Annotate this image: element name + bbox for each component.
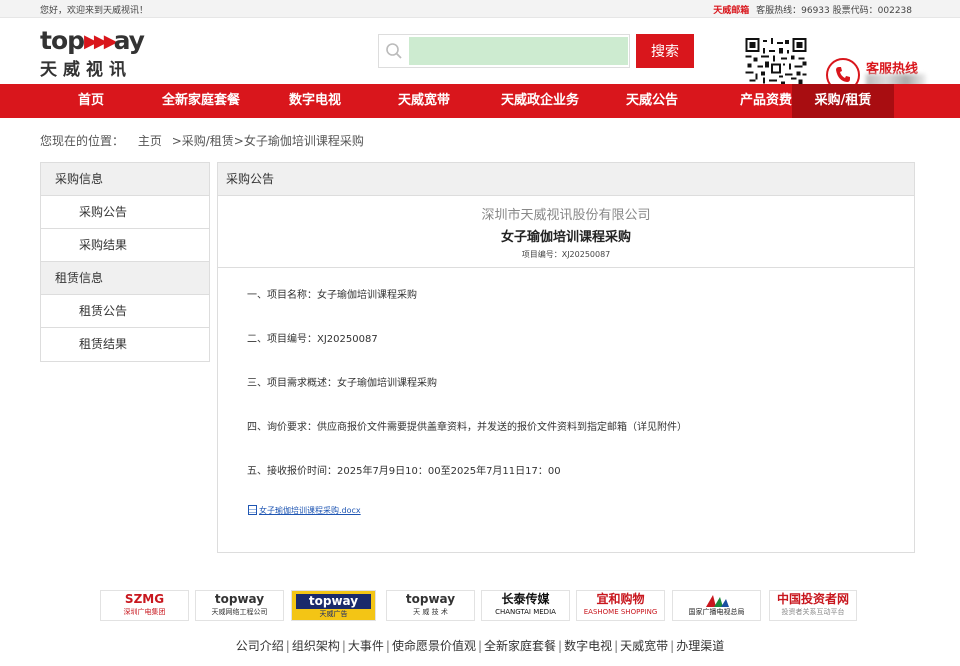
logo-chinese-name: 天威视讯 <box>40 60 132 80</box>
logo-brand: top <box>40 26 85 55</box>
footer-links: 公司介绍 | 组织架构 | 大事件 | 使命愿景价值观 | 全新家庭套餐 | 数字电视 | 天威宽带 | 办… <box>235 639 725 653</box>
search-button[interactable]: 搜索 <box>636 34 694 68</box>
partner-nrta-logo[interactable]: 国家广播电视总局 <box>672 590 761 621</box>
footer-link-events[interactable]: 大事件 <box>348 639 384 653</box>
hotline-text: 客服热线：96933 <box>756 6 830 16</box>
footer-link-family-package[interactable]: 全新家庭套餐 <box>484 639 556 653</box>
sidebar-item-lease-result[interactable]: 租赁结果 <box>41 328 209 361</box>
company-name: 深圳市天威视讯股份有限公司 <box>481 208 651 223</box>
partner-eashome-shopping-logo[interactable]: 宜和购物 EASHOME SHOPPING <box>576 590 665 621</box>
article-line: 三、项目需求概述：女子瑜伽培训课程采购 <box>247 378 437 389</box>
mail-link[interactable]: 天威邮箱 <box>713 6 749 16</box>
breadcrumb-procurement[interactable]: >采购/租赁 <box>172 134 234 148</box>
nrta-mark-icon <box>705 595 729 607</box>
partner-topway-tech-logo[interactable]: topway 天 威 技 术 <box>386 590 475 621</box>
sidebar-section-procurement[interactable]: 采购信息 <box>41 163 209 196</box>
sidebar-item-procurement-announcement[interactable]: 采购公告 <box>41 196 209 229</box>
attachment-label: 女子瑜伽培训课程采购.docx <box>259 506 361 515</box>
partner-changtai-media-logo[interactable]: 长泰传媒 CHANGTAI MEDIA <box>481 590 570 621</box>
article-title: 女子瑜伽培训课程采购 <box>500 230 631 245</box>
footer-link-channels[interactable]: 办理渠道 <box>676 639 724 653</box>
stock-code: 股票代码：002238 <box>832 6 912 16</box>
sidebar-section-lease[interactable]: 租赁信息 <box>41 262 209 295</box>
article-line: 五、接收报价时间：2025年7月9日10：00至2025年7月11日17：00 <box>247 466 561 477</box>
footer-link-digital-tv[interactable]: 数字电视 <box>564 639 612 653</box>
article-line: 四、询价要求：供应商报价文件需要提供盖章资料，并发送的报价文件资料到指定邮箱（详… <box>247 422 687 433</box>
top-bar: 您好，欢迎来到天威视讯！ 天威邮箱 客服热线：96933 股票代码：002238 <box>0 0 960 18</box>
article-line: 二、项目编号：XJ20250087 <box>247 334 378 345</box>
content-panel: 采购公告 深圳市天威视讯股份有限公司 女子瑜伽培训课程采购 项目编号：XJ202… <box>217 162 915 553</box>
nav-broadband[interactable]: 天威宽带 <box>370 84 478 118</box>
logo-arrows: ▶▶▶ <box>84 31 117 52</box>
partner-logos: SZMG 深圳广电集团 topway 天威网络工程公司 topway 天威广告 … <box>100 590 860 621</box>
nav-announcements[interactable]: 天威公告 <box>602 84 702 118</box>
nav-home[interactable]: 首页 <box>40 84 142 118</box>
nav-enterprise[interactable]: 天威政企业务 <box>478 84 602 118</box>
footer-link-broadband[interactable]: 天威宽带 <box>620 639 668 653</box>
breadcrumb: 您现在的位置： 主页 >采购/租赁>女子瑜伽培训课程采购 <box>40 132 366 149</box>
nav-procurement[interactable]: 采购/租赁 <box>792 84 894 118</box>
project-number: 项目编号：XJ20250087 <box>521 250 611 259</box>
partner-topway-engineering-logo[interactable]: topway 天威网络工程公司 <box>195 590 284 621</box>
footer-link-mission[interactable]: 使命愿景价值观 <box>392 639 476 653</box>
breadcrumb-current: >女子瑜伽培训课程采购 <box>233 134 364 148</box>
footer-link-company-intro[interactable]: 公司介绍 <box>236 639 284 653</box>
search-input[interactable] <box>409 37 628 65</box>
breadcrumb-home[interactable]: 主页 <box>138 134 162 148</box>
search-box <box>378 34 630 68</box>
main-nav: 首页 全新家庭套餐 数字电视 天威宽带 天威政企业务 天威公告 产品资费 采购/… <box>0 84 960 118</box>
breadcrumb-prefix: 您现在的位置： <box>40 134 125 148</box>
sidebar-item-procurement-result[interactable]: 采购结果 <box>41 229 209 262</box>
document-icon <box>248 505 257 515</box>
welcome-text: 您好，欢迎来到天威视讯！ <box>40 6 149 16</box>
attachment-link[interactable]: 女子瑜伽培训课程采购.docx <box>248 505 361 516</box>
partner-szmg-logo[interactable]: SZMG 深圳广电集团 <box>100 590 189 621</box>
sidebar-item-lease-announcement[interactable]: 租赁公告 <box>41 295 209 328</box>
search-icon <box>386 43 402 59</box>
nav-digital-tv[interactable]: 数字电视 <box>260 84 370 118</box>
topway-logo[interactable]: top▶▶▶ay 天威视讯 <box>40 26 165 81</box>
article-header: 深圳市天威视讯股份有限公司 女子瑜伽培训课程采购 项目编号：XJ20250087 <box>218 196 914 268</box>
nav-family-package[interactable]: 全新家庭套餐 <box>142 84 260 118</box>
sidebar: 采购信息 采购公告 采购结果 租赁信息 租赁公告 租赁结果 <box>40 162 210 362</box>
logo-brand-tail: ay <box>113 26 145 55</box>
top-right-info: 天威邮箱 客服热线：96933 股票代码：002238 <box>713 3 912 16</box>
content-header: 采购公告 <box>218 163 914 196</box>
header: top▶▶▶ay 天威视讯 搜索 客服热线 <box>0 18 960 99</box>
partner-investor-network-logo[interactable]: 中国投资者网 投资者关系互动平台 <box>769 590 857 621</box>
article-line: 一、项目名称：女子瑜伽培训课程采购 <box>247 290 417 301</box>
partner-topway-ads-logo[interactable]: topway 天威广告 <box>291 590 376 621</box>
footer-link-organization[interactable]: 组织架构 <box>292 639 340 653</box>
